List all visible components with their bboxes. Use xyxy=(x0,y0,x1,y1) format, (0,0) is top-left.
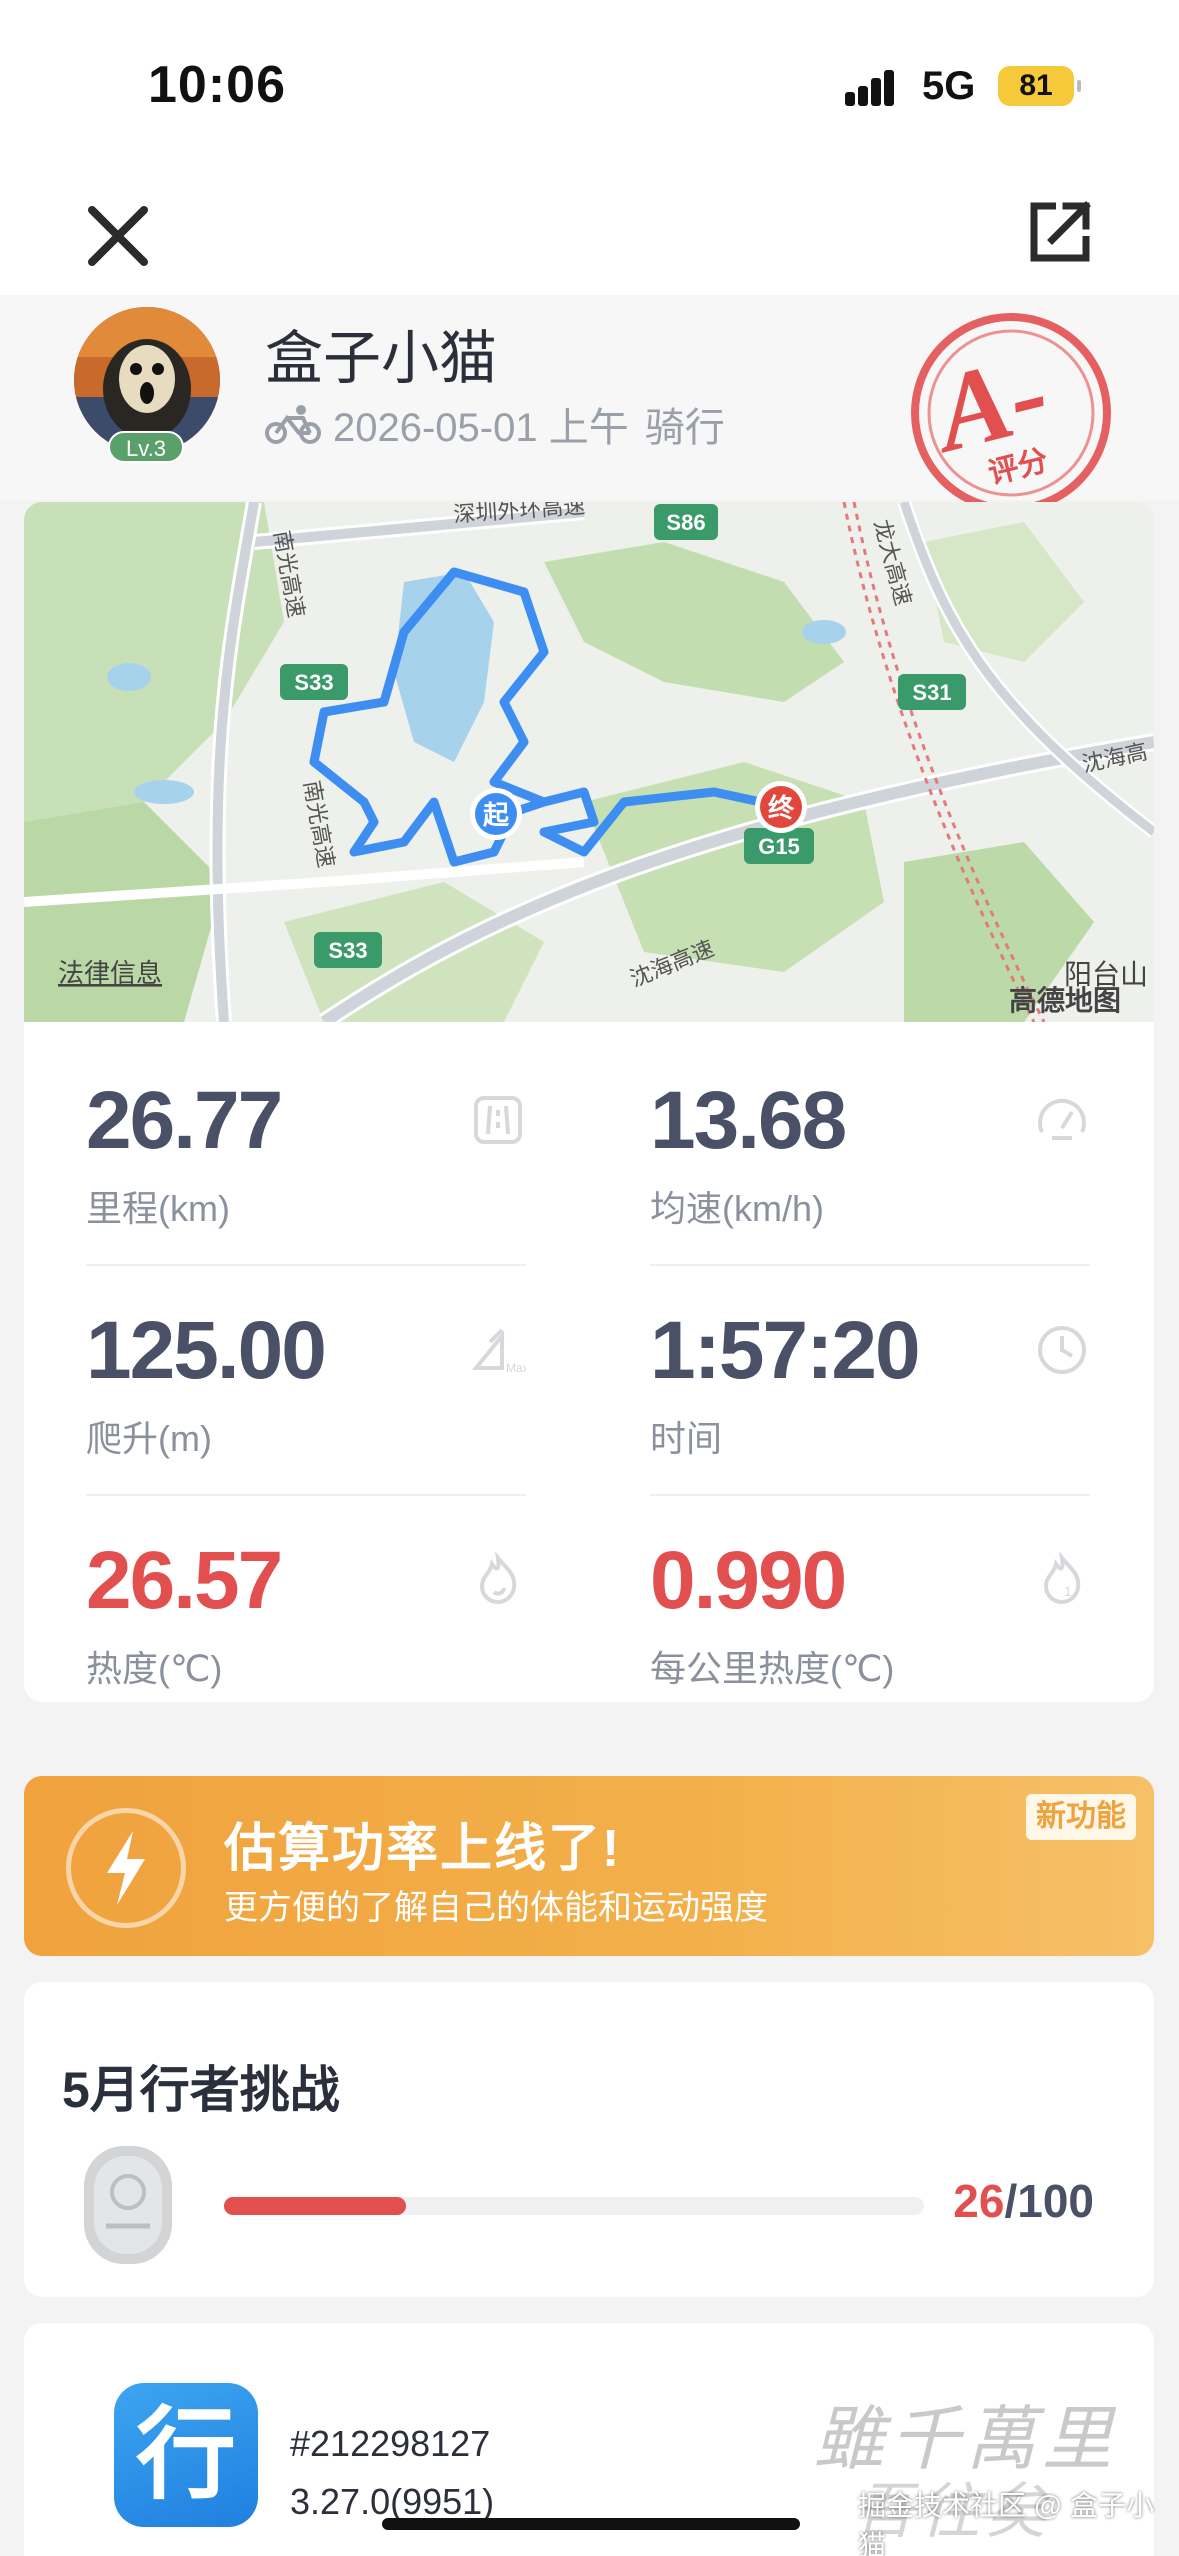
power-feature-banner[interactable]: 估算功率上线了! 更方便的了解自己的体能和运动强度 新功能 xyxy=(24,1776,1154,1956)
stat-label: 每公里热度(℃) xyxy=(650,1648,895,1689)
challenge-progress-fill xyxy=(224,2197,406,2215)
road-shield-s86: S86 xyxy=(654,504,718,540)
challenge-separator: / xyxy=(1004,2175,1018,2227)
grade-stamp: A- 评分 xyxy=(911,313,1111,513)
road-shield-s31: S31 xyxy=(898,674,966,710)
close-button[interactable] xyxy=(80,198,156,274)
record-id: #212298127 xyxy=(290,2423,491,2464)
banner-subtitle: 更方便的了解自己的体能和运动强度 xyxy=(224,1889,768,1927)
level-badge: Lv.3 xyxy=(108,431,184,463)
road-icon xyxy=(474,1096,522,1144)
flame-per-km-icon: 1 xyxy=(1043,1552,1081,1605)
svg-text:S33: S33 xyxy=(328,938,367,963)
stat-value: 1:57:20 xyxy=(650,1305,921,1396)
app-version: 3.27.0(9951) xyxy=(290,2481,495,2522)
challenge-total: 100 xyxy=(1017,2175,1094,2227)
activity-meta: 2026-05-01 上午 骑行 xyxy=(265,395,725,453)
stat-value: 125.00 xyxy=(86,1305,327,1396)
svg-text:终: 终 xyxy=(768,793,795,823)
challenge-progress-text: 26/100 xyxy=(953,2174,1094,2228)
network-type: 5G xyxy=(922,64,976,108)
stat-distance: 26.77 里程(km) xyxy=(86,1022,526,1229)
stats-panel: 26.77 里程(km) 13.68 均速(km/h) 125.00 爬升(m)… xyxy=(24,1022,1154,1702)
monthly-challenge-card[interactable]: 5月行者挑战 26/100 xyxy=(24,1982,1154,2297)
username: 盒子小猫 xyxy=(265,326,498,391)
legal-info-link[interactable]: 法律信息 xyxy=(58,958,162,988)
stat-value: 13.68 xyxy=(650,1075,847,1166)
route-map[interactable]: S86 S33 S33 S31 G15 深圳外环高速 南光高速 南光高速 龙大高… xyxy=(24,502,1154,1022)
stat-cal-per-km: 0.990 每公里热度(℃) 1 xyxy=(650,1482,1090,1689)
activity-type: 骑行 xyxy=(644,406,725,450)
svg-text:S86: S86 xyxy=(666,510,705,535)
status-time: 10:06 xyxy=(148,56,286,114)
road-shield-s33-top: S33 xyxy=(280,664,348,700)
climb-icon: Max xyxy=(471,1328,526,1375)
activity-date: 2026-05-01 上午 xyxy=(333,406,629,450)
stat-label: 热度(℃) xyxy=(86,1648,223,1689)
stat-label: 爬升(m) xyxy=(86,1418,212,1459)
svg-text:G15: G15 xyxy=(758,834,800,859)
stat-avg-speed: 13.68 均速(km/h) xyxy=(650,1022,1090,1229)
svg-text:Max: Max xyxy=(506,1361,526,1375)
stat-time: 1:57:20 时间 xyxy=(650,1252,1090,1459)
challenge-progress-bar xyxy=(224,2197,924,2215)
stat-label: 里程(km) xyxy=(86,1188,230,1229)
svg-text:S31: S31 xyxy=(912,680,951,705)
stat-calories: 26.57 热度(℃) xyxy=(86,1482,526,1689)
map-canvas: S86 S33 S33 S31 G15 深圳外环高速 南光高速 南光高速 龙大高… xyxy=(24,502,1154,1022)
stat-climb: 125.00 爬升(m) Max xyxy=(86,1252,526,1459)
stat-label: 均速(km/h) xyxy=(650,1188,824,1229)
share-icon xyxy=(1030,201,1091,262)
challenge-title: 5月行者挑战 xyxy=(62,2062,340,2118)
stat-value: 0.990 xyxy=(650,1535,847,1626)
home-indicator[interactable] xyxy=(382,2518,800,2530)
status-bar: 10:06 5G 81 xyxy=(0,0,1179,170)
profile-header: Lv.3 盒子小猫 2026-05-01 上午 骑行 A- 评分 xyxy=(0,295,1179,513)
lightning-icon xyxy=(66,1808,186,1928)
challenge-current: 26 xyxy=(953,2175,1005,2227)
bike-icon xyxy=(265,405,321,444)
speedometer-icon xyxy=(1038,1098,1086,1140)
flame-icon xyxy=(479,1552,517,1605)
battery-icon: 81 xyxy=(998,66,1081,106)
stat-value: 26.57 xyxy=(86,1535,283,1626)
banner-title: 估算功率上线了! xyxy=(224,1820,622,1878)
route-start-marker: 起 xyxy=(470,788,522,840)
route-end-marker: 终 xyxy=(755,781,807,833)
app-logo: 行 xyxy=(114,2383,258,2527)
clock-icon xyxy=(1038,1326,1086,1374)
svg-text:S33: S33 xyxy=(294,670,333,695)
svg-text:1: 1 xyxy=(1064,1583,1072,1599)
road-shield-g15: G15 xyxy=(744,828,814,864)
stat-value: 26.77 xyxy=(86,1075,283,1166)
watermark: 掘金技术社区 @ 盒子小猫 xyxy=(858,2490,1154,2556)
medal-icon xyxy=(84,2146,172,2264)
top-bar xyxy=(0,170,1179,295)
close-icon xyxy=(88,206,148,266)
svg-text:起: 起 xyxy=(483,800,510,830)
map-provider-logo: 高德地图 xyxy=(1009,985,1121,1016)
signal-icon xyxy=(845,66,905,106)
stat-label: 时间 xyxy=(650,1418,723,1459)
road-shield-s33-bottom: S33 xyxy=(314,932,382,968)
new-feature-badge: 新功能 xyxy=(1026,1794,1136,1840)
share-button[interactable] xyxy=(1022,194,1098,270)
